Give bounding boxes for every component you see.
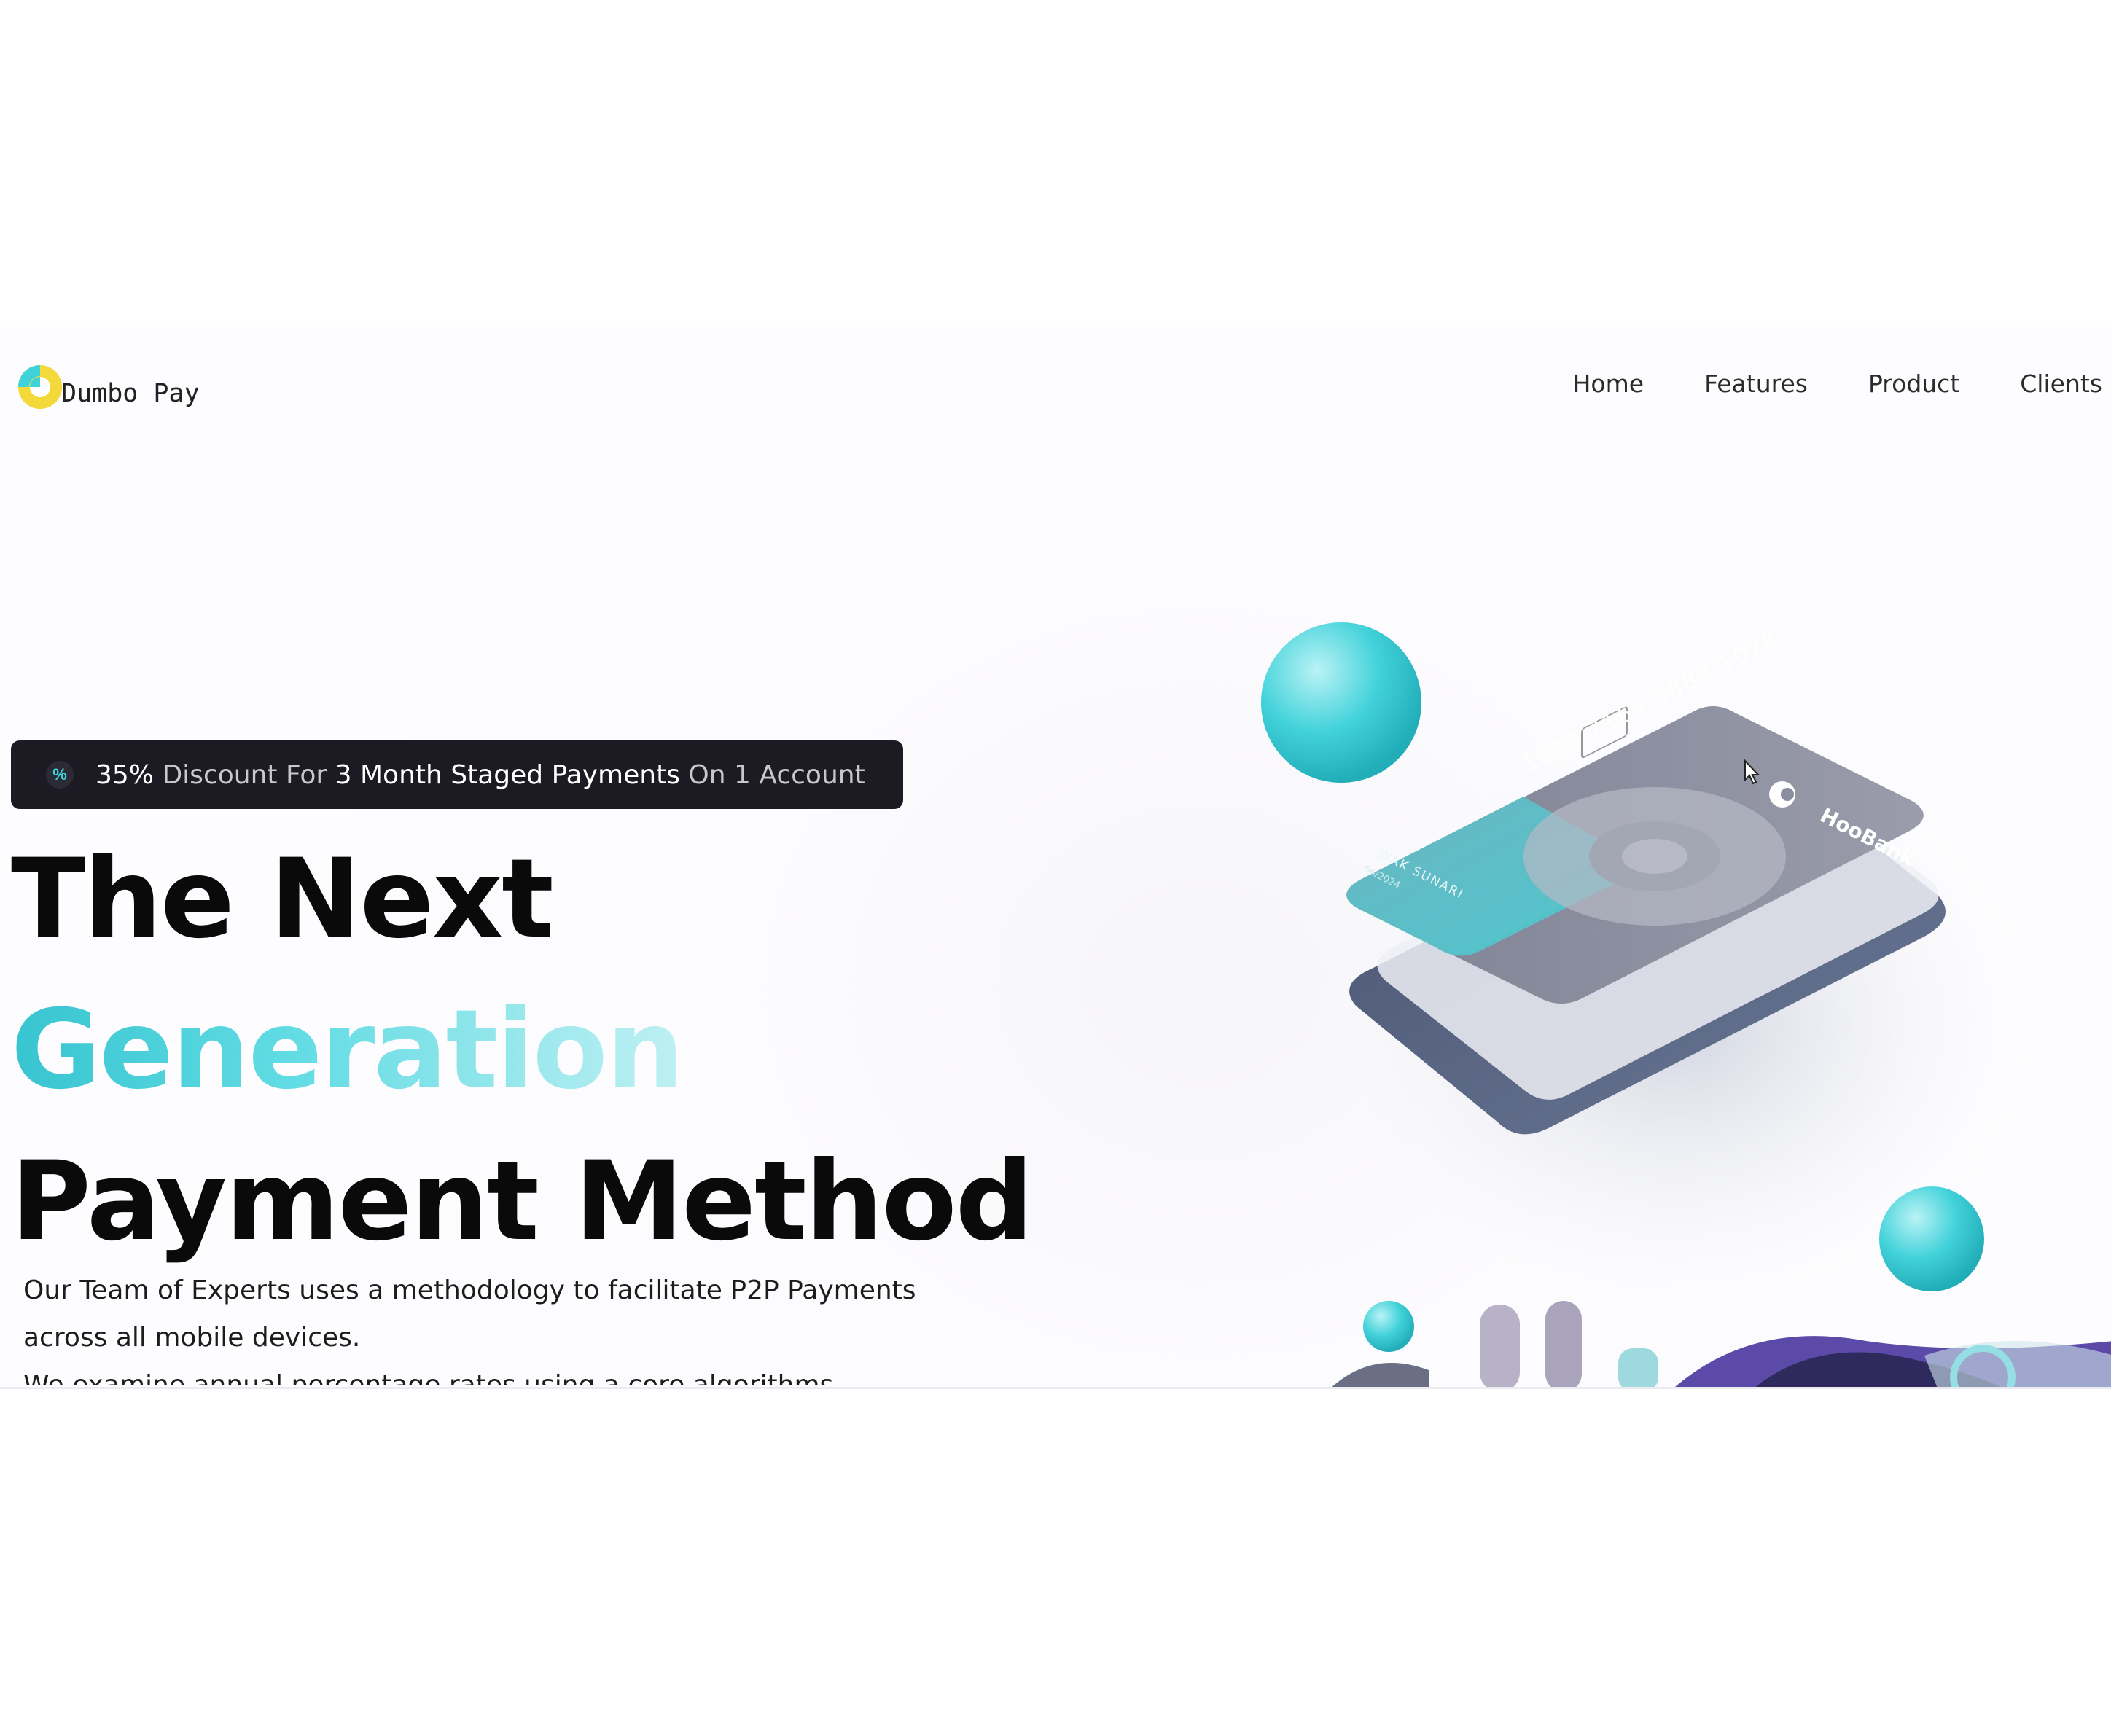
section-divider	[0, 1387, 2111, 1389]
discount-text: 35% Discount For 3 Month Staged Payments…	[95, 760, 865, 790]
discount-plan: 3 Month Staged Payments	[335, 759, 680, 790]
sphere-medium	[1879, 1186, 1984, 1291]
nav-product[interactable]: Product	[1868, 370, 1959, 398]
nav-features[interactable]: Features	[1704, 370, 1808, 398]
discount-percent: 35%	[95, 759, 155, 790]
hero-section: Dumbo Pay Home Features Product Clients …	[0, 327, 2111, 1389]
hero-description-text: Our Team of Experts uses a methodology t…	[23, 1275, 916, 1353]
main-nav: Home Features Product Clients	[1513, 370, 2102, 398]
hero-description: Our Team of Experts uses a methodology t…	[23, 1267, 971, 1385]
discount-icon: %	[46, 761, 74, 789]
brand-logo[interactable]: Dumbo Pay	[15, 360, 200, 411]
dumbo-pay-logo-icon	[15, 360, 66, 411]
discount-banner[interactable]: % 35% Discount For 3 Month Staged Paymen…	[11, 740, 903, 809]
card-ring-core	[1622, 839, 1687, 874]
mouse-cursor-icon	[1744, 759, 1760, 785]
brand-name: Dumbo Pay	[61, 379, 200, 408]
hero-title-line-1: The Next	[11, 836, 554, 963]
sphere-large	[1261, 622, 1421, 783]
hero-title-line-3: Payment Method	[11, 1138, 1034, 1265]
hero-description-cut: We examine annual percentage rates using…	[23, 1370, 834, 1385]
cards-illustration: 1833 7163 3882 1028 HooBank WAK SUNARI 0…	[1261, 622, 2111, 1389]
nav-home[interactable]: Home	[1573, 370, 1644, 398]
discount-scope: On 1 Account	[679, 759, 865, 790]
discount-label: Discount For	[154, 759, 335, 790]
hero-title-line-2: Generation	[11, 987, 684, 1114]
nav-clients[interactable]: Clients	[2020, 370, 2102, 398]
sphere-small	[1363, 1301, 1414, 1352]
